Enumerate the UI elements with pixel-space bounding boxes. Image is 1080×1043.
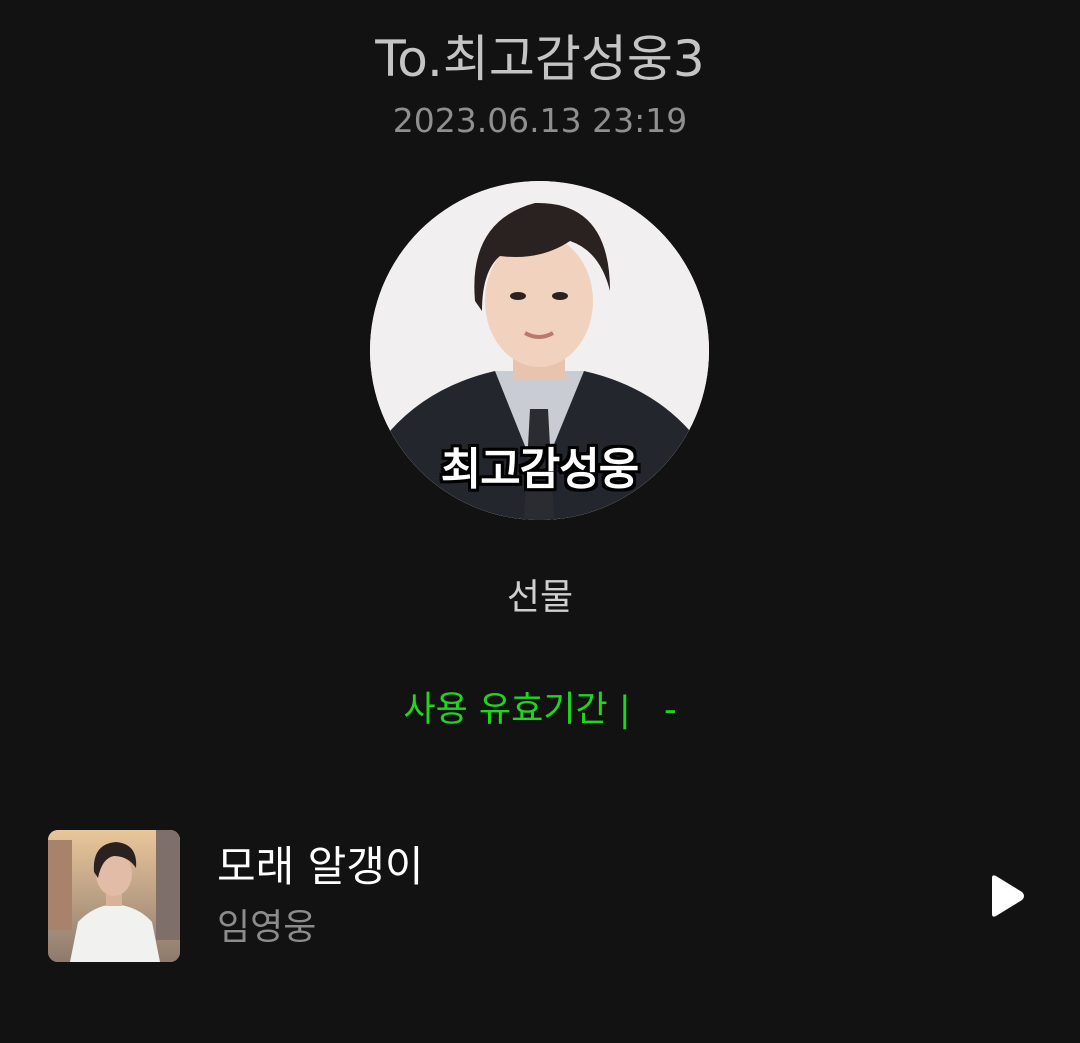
album-art-illustration [48, 830, 180, 962]
play-icon [992, 875, 1024, 917]
album-art [48, 830, 180, 962]
recipient-title: To.최고감성웅3 [375, 30, 705, 88]
song-title: 모래 알갱이 [217, 842, 424, 891]
validity-period: 사용 유효기간 | - [403, 690, 677, 730]
gift-label: 선물 [506, 577, 574, 618]
song-row[interactable]: 모래 알갱이 임영웅 [0, 820, 1080, 970]
profile-image: 최고감성웅 [370, 181, 709, 520]
sent-date: 2023.06.13 23:19 [392, 101, 688, 140]
play-button[interactable] [980, 870, 1032, 922]
song-artist: 임영웅 [217, 907, 317, 948]
profile-caption: 최고감성웅 [440, 444, 639, 495]
